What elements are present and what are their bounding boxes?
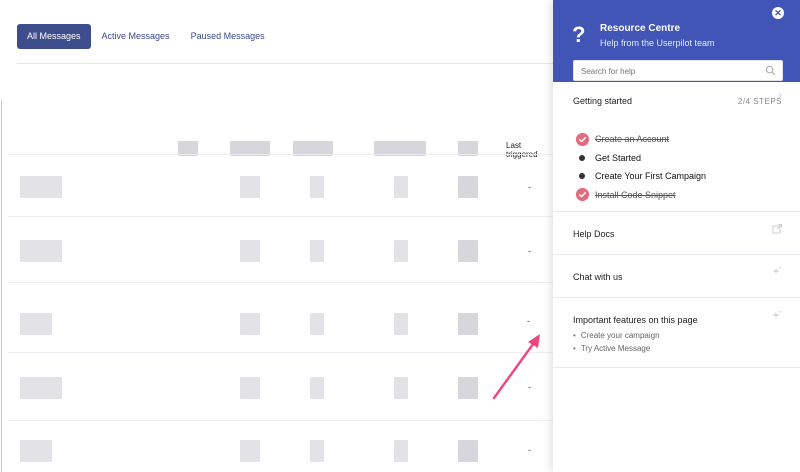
chat-with-us-link[interactable]: Chat with us xyxy=(573,272,623,282)
blurred-cell xyxy=(240,240,260,262)
section-divider xyxy=(553,367,800,368)
tabs-divider xyxy=(17,63,557,64)
checklist-item-label: Create an Account xyxy=(595,134,670,145)
resource-centre-panel: ? Resource Centre Help from the Userpilo… xyxy=(553,0,800,472)
blurred-cell xyxy=(20,176,62,198)
last-triggered-value: - xyxy=(528,445,531,455)
resource-centre-subtitle: Help from the Userpilot team xyxy=(600,38,715,48)
last-triggered-header: Last triggered xyxy=(506,141,538,159)
blurred-cell xyxy=(20,377,62,399)
getting-started-checklist: Create an Account Get Started Create You… xyxy=(575,130,785,204)
blurred-cell xyxy=(458,313,478,335)
check-icon xyxy=(575,188,589,202)
table-row[interactable] xyxy=(8,216,553,217)
message-tabs: All Messages Active Messages Paused Mess… xyxy=(17,24,276,49)
search-input[interactable] xyxy=(574,62,754,81)
search-box xyxy=(573,60,783,81)
check-icon xyxy=(575,132,589,146)
search-icon[interactable] xyxy=(765,65,776,76)
blurred-cell xyxy=(20,240,62,262)
blurred-cell xyxy=(458,377,478,399)
getting-started-title[interactable]: Getting started xyxy=(573,96,632,106)
feature-item-active-message[interactable]: • Try Active Message xyxy=(573,342,660,355)
pointer-arrow-icon xyxy=(492,334,540,400)
blurred-cell xyxy=(310,377,324,399)
table-row[interactable] xyxy=(8,154,553,155)
sparkle-icon xyxy=(772,266,782,275)
resource-centre-title: Resource Centre xyxy=(600,23,681,34)
blurred-cell xyxy=(394,440,408,462)
messages-table: Last triggered - - - - - xyxy=(8,130,553,472)
checklist-item-get-started[interactable]: Get Started xyxy=(575,149,785,168)
section-divider xyxy=(553,254,800,255)
last-triggered-value: - xyxy=(528,246,531,256)
tab-all-messages[interactable]: All Messages xyxy=(17,24,91,49)
blurred-cell xyxy=(458,440,478,462)
question-mark-icon: ? xyxy=(572,22,586,47)
blurred-cell xyxy=(310,176,324,198)
bullet-dot-icon xyxy=(579,154,585,161)
steps-counter: 2/4 STEPS xyxy=(737,97,782,106)
blurred-cell xyxy=(394,313,408,335)
blurred-cell xyxy=(240,176,260,198)
blurred-cell xyxy=(310,313,324,335)
blurred-cell xyxy=(394,176,408,198)
checklist-item-install-snippet[interactable]: Install Code Snippet xyxy=(575,186,785,205)
checklist-item-create-account[interactable]: Create an Account xyxy=(575,130,785,149)
blurred-cell xyxy=(310,440,324,462)
feature-item-create-campaign[interactable]: • Create your campaign xyxy=(573,329,660,342)
checklist-item-first-campaign[interactable]: Create Your First Campaign xyxy=(575,167,785,186)
table-row[interactable] xyxy=(8,420,553,421)
table-row[interactable] xyxy=(8,352,553,353)
blurred-cell xyxy=(20,313,52,335)
sparkle-icon xyxy=(772,310,782,319)
checklist-item-label: Get Started xyxy=(595,152,642,163)
external-link-icon[interactable] xyxy=(772,224,782,234)
important-features-title[interactable]: Important features on this page xyxy=(573,315,698,325)
tab-active-messages[interactable]: Active Messages xyxy=(92,24,180,49)
blurred-cell xyxy=(240,313,260,335)
left-border xyxy=(1,100,2,472)
blurred-cell xyxy=(394,240,408,262)
blurred-cell xyxy=(240,377,260,399)
feature-label: Create your campaign xyxy=(580,331,660,340)
features-list: • Create your campaign • Try Active Messag… xyxy=(573,329,660,355)
section-divider xyxy=(553,211,800,212)
tab-paused-messages[interactable]: Paused Messages xyxy=(181,24,275,49)
feature-label: Try Active Message xyxy=(580,344,651,353)
blurred-cell xyxy=(20,440,52,462)
blurred-cell xyxy=(240,440,260,462)
bullet-dot-icon xyxy=(579,173,585,180)
table-row[interactable] xyxy=(8,282,553,283)
section-divider xyxy=(553,297,800,298)
blurred-cell xyxy=(458,176,478,198)
blurred-cell xyxy=(310,240,324,262)
last-triggered-value: - xyxy=(527,316,530,326)
last-triggered-value: - xyxy=(528,182,531,192)
close-icon[interactable]: ✕ xyxy=(772,7,784,19)
checklist-item-label: Create Your First Campaign xyxy=(595,171,707,182)
blurred-cell xyxy=(458,240,478,262)
help-docs-link[interactable]: Help Docs xyxy=(573,229,615,239)
blurred-cell xyxy=(394,377,408,399)
checklist-item-label: Install Code Snippet xyxy=(595,189,676,200)
